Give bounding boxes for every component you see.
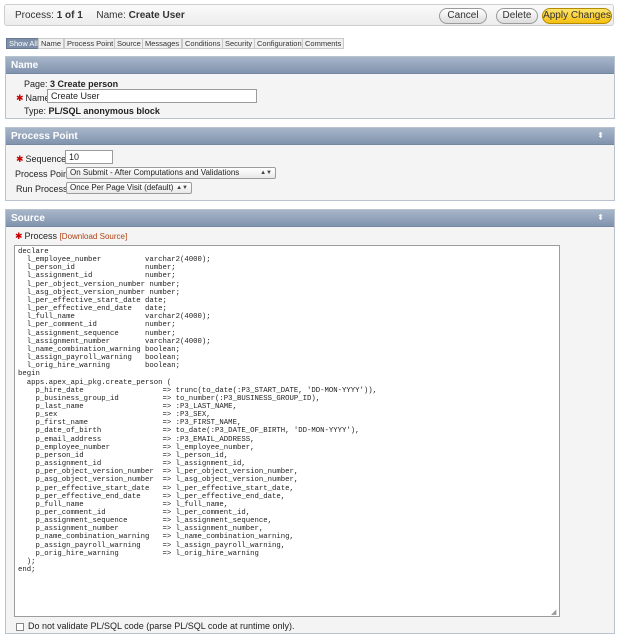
sequence-input[interactable] — [65, 150, 113, 164]
process-position: 1 of 1 — [56, 10, 83, 21]
process-header-bar: Process: 1 of 1 Name: Create User Cancel… — [4, 4, 614, 26]
page-value: 3 Create person — [50, 79, 119, 89]
run-process-label: Run Process — [16, 184, 68, 194]
type-value: PL/SQL anonymous block — [48, 106, 160, 116]
process-info: Process: 1 of 1 Name: Create User — [15, 10, 185, 21]
tab-configuration[interactable]: Configuration — [254, 38, 305, 49]
name-row: ✱ Name — [16, 93, 50, 104]
required-asterisk-icon: ✱ — [15, 231, 23, 241]
tab-conditions[interactable]: Conditions — [182, 38, 224, 49]
name-label: Name — [25, 93, 50, 103]
process-point-region-header: Process Point ⇞ — [6, 128, 614, 145]
name-region: Name Page: 3 Create person ✱Name Type: P… — [5, 56, 615, 119]
chevron-down-icon: ▲▼ — [176, 185, 188, 191]
delete-button[interactable]: Delete — [496, 8, 538, 24]
type-row: Type: PL/SQL anonymous block — [24, 106, 160, 116]
process-name-value: Create User — [128, 10, 185, 21]
page-row: Page: 3 Create person — [24, 79, 118, 89]
cancel-button[interactable]: Cancel — [439, 8, 487, 24]
process-source-label: Process — [24, 231, 58, 241]
sequence-label: Sequence — [25, 154, 67, 164]
name-region-title: Name — [6, 57, 614, 74]
type-label: Type: — [24, 106, 47, 116]
collapse-arrow-icon[interactable]: ⇞ — [595, 213, 606, 224]
source-region-title: Source — [11, 213, 45, 224]
skip-validation-label: Do not validate PL/SQL code (parse PL/SQ… — [28, 621, 295, 631]
source-region-header: Source ⇞ — [6, 210, 614, 227]
process-point-region: Process Point ⇞ ✱Sequence Process Point … — [5, 127, 615, 201]
process-label: Process: — [15, 10, 54, 21]
skip-validation-checkbox[interactable] — [16, 622, 24, 631]
process-code-editor[interactable]: declare l_employee_number varchar2(4000)… — [14, 245, 560, 617]
process-point-select[interactable]: On Submit - After Computations and Valid… — [66, 167, 276, 179]
page-label: Page: — [24, 79, 48, 89]
process-name-label: Name: — [96, 10, 126, 21]
tab-process-point[interactable]: Process Point — [64, 38, 117, 49]
collapse-arrow-icon[interactable]: ⇞ — [595, 131, 606, 142]
resize-grip-icon[interactable]: ◢ — [551, 608, 613, 632]
required-asterisk-icon: ✱ — [16, 93, 24, 103]
run-process-select[interactable]: Once Per Page Visit (default) ▲▼ — [66, 182, 192, 194]
process-point-label: Process Point — [15, 169, 71, 179]
chevron-down-icon: ▲▼ — [260, 170, 272, 176]
tab-show-all[interactable]: Show All — [6, 38, 41, 49]
skip-validation-row: Do not validate PL/SQL code (parse PL/SQ… — [16, 621, 294, 631]
tab-comments[interactable]: Comments — [302, 38, 345, 49]
process-point-region-title: Process Point — [11, 131, 78, 142]
apply-changes-button[interactable]: Apply Changes — [542, 8, 612, 24]
tab-source[interactable]: Source — [114, 38, 144, 49]
process-source-row: ✱ Process [Download Source] — [15, 231, 127, 242]
tab-messages[interactable]: Messages — [142, 38, 183, 49]
sequence-row: ✱ Sequence — [16, 154, 66, 165]
name-input[interactable] — [47, 89, 257, 103]
run-process-select-value: Once Per Page Visit (default) — [70, 183, 174, 192]
download-source-link[interactable]: [Download Source] — [60, 232, 128, 241]
tab-name[interactable]: Name — [38, 38, 65, 49]
source-region: Source ⇞ ✱ Process [Download Source] decl… — [5, 209, 615, 634]
process-point-select-value: On Submit - After Computations and Valid… — [70, 168, 240, 177]
required-asterisk-icon: ✱ — [16, 154, 24, 164]
tab-security[interactable]: Security — [222, 38, 256, 49]
